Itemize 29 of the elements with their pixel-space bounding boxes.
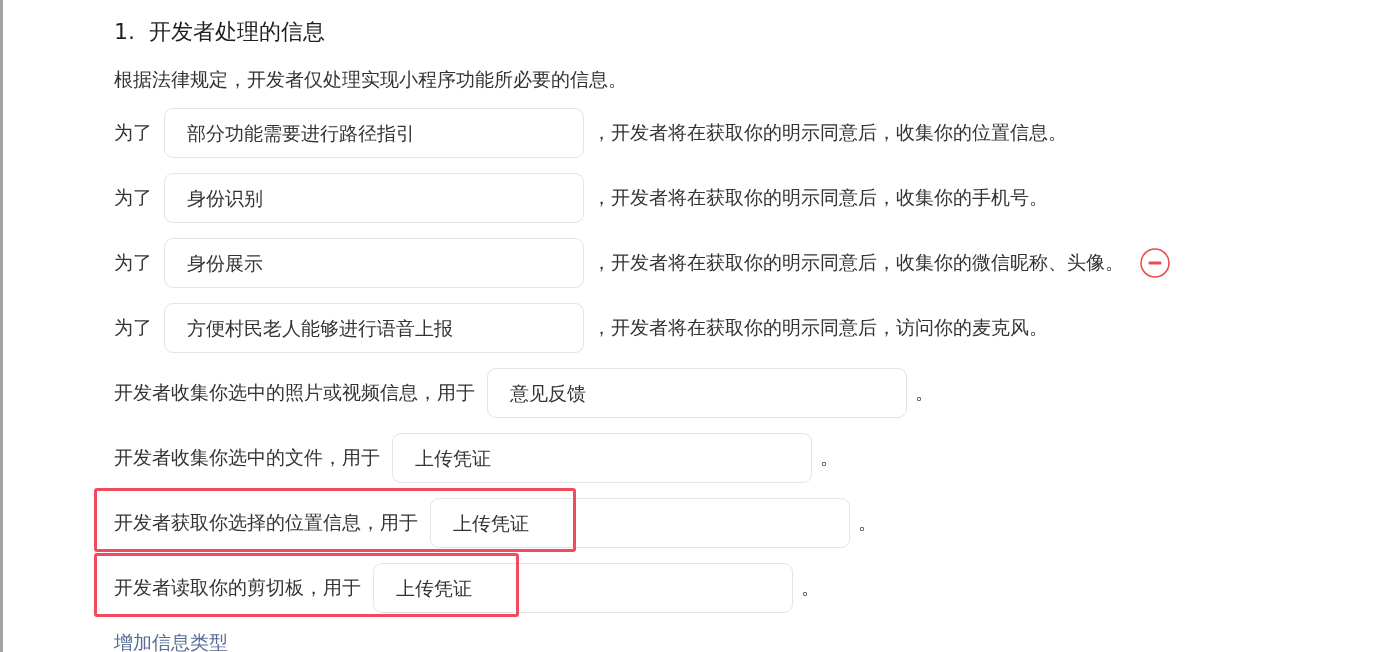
field-label: 开发者收集你选中的照片或视频信息，用于 xyxy=(114,380,475,406)
sentence-text: ，开发者将在获取你的明示同意后，收集你的手机号。 xyxy=(592,185,1048,211)
field-label: 为了 xyxy=(114,185,152,211)
section-title: 开发者处理的信息 xyxy=(149,18,325,46)
remove-icon[interactable] xyxy=(1140,248,1170,278)
field-label: 为了 xyxy=(114,250,152,276)
sentence-text: ，开发者将在获取你的明示同意后，访问你的麦克风。 xyxy=(592,315,1048,341)
field-label: 开发者获取你选择的位置信息，用于 xyxy=(114,510,418,536)
sentence-text: 。 xyxy=(801,575,820,601)
purpose-field[interactable]: 身份展示 xyxy=(164,238,584,288)
field-label: 开发者收集你选中的文件，用于 xyxy=(114,445,380,471)
add-info-type-link[interactable]: 增加信息类型 xyxy=(114,632,228,652)
field-label: 为了 xyxy=(114,315,152,341)
purpose-field[interactable]: 上传凭证 xyxy=(392,433,812,483)
field-label: 为了 xyxy=(114,120,152,146)
sentence-text: ，开发者将在获取你的明示同意后，收集你的位置信息。 xyxy=(592,120,1067,146)
purpose-field[interactable]: 意见反馈 xyxy=(487,368,907,418)
field-label: 开发者读取你的剪切板，用于 xyxy=(114,575,361,601)
purpose-field[interactable]: 上传凭证 xyxy=(373,563,793,613)
purpose-field[interactable]: 方便村民老人能够进行语音上报 xyxy=(164,303,584,353)
sentence-text: ，开发者将在获取你的明示同意后，收集你的微信昵称、头像。 xyxy=(592,250,1124,276)
purpose-field[interactable]: 身份识别 xyxy=(164,173,584,223)
intro-text: 根据法律规定，开发者仅处理实现小程序功能所必要的信息。 xyxy=(114,67,627,93)
sentence-text: 。 xyxy=(858,510,877,536)
sentence-text: 。 xyxy=(915,380,934,406)
purpose-field[interactable]: 部分功能需要进行路径指引 xyxy=(164,108,584,158)
purpose-field[interactable]: 上传凭证 xyxy=(430,498,850,548)
sentence-text: 。 xyxy=(820,445,839,471)
section-number: 1. xyxy=(114,18,135,46)
